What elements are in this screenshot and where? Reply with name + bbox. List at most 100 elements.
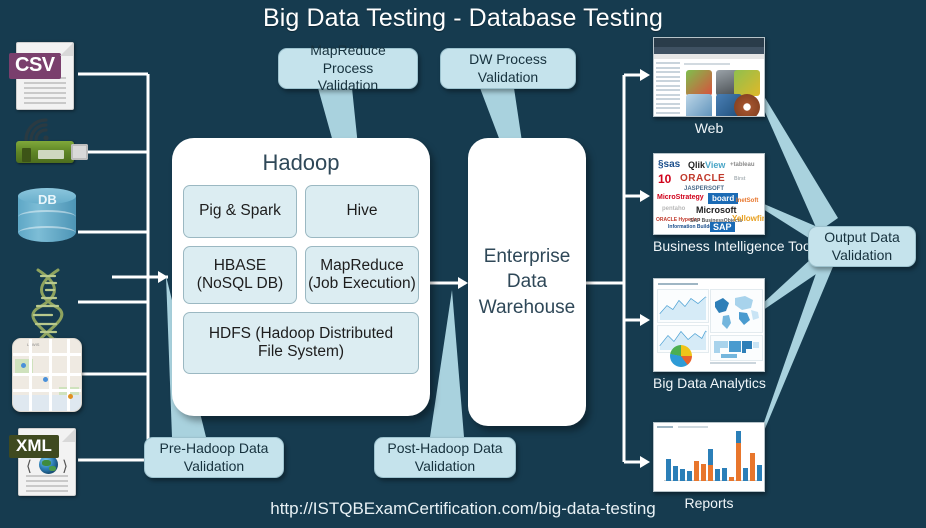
callout-post-line-1: Post-Hadoop Data bbox=[387, 440, 503, 456]
hadoop-hive[interactable]: Hive bbox=[305, 185, 419, 238]
xml-bracket-left: ⟨ bbox=[26, 459, 32, 475]
callout-pre-text: Pre-Hadoop Data Validation bbox=[160, 440, 269, 475]
web-product-6 bbox=[734, 94, 760, 116]
output-big-data-analytics[interactable]: Big Data Analytics bbox=[653, 278, 766, 391]
reports-tab-text bbox=[678, 426, 708, 428]
hadoop-pig-spark[interactable]: Pig & Spark bbox=[183, 185, 297, 238]
bi-logo-tableau: +tableau bbox=[730, 162, 755, 168]
analytics-card-world-map bbox=[710, 289, 763, 333]
map-road-v3 bbox=[67, 339, 70, 411]
callout-mapreduce-line-1: MapReduce Process bbox=[310, 42, 386, 76]
reports-bar-13 bbox=[750, 453, 755, 481]
edw-label-line-2: Data bbox=[506, 271, 548, 293]
edw-label-line-3: Warehouse bbox=[478, 296, 576, 318]
sensor-chip-2 bbox=[38, 150, 64, 159]
reports-bar-6 bbox=[701, 464, 706, 481]
output-business-intelligence-tools[interactable]: §sas QlikView +tableau 10 ORACLE Birst J… bbox=[653, 153, 821, 254]
output-web[interactable]: Web bbox=[653, 37, 765, 136]
callout-dw-process-validation[interactable]: DW Process Validation bbox=[440, 48, 576, 89]
callout-output-data-validation[interactable]: Output Data Validation bbox=[808, 226, 916, 267]
source-csv-file: CSV bbox=[9, 42, 74, 110]
analytics-pie-chart bbox=[670, 345, 692, 367]
hadoop-hive-label: Hive bbox=[346, 202, 378, 220]
diagram-canvas: Big Data Testing - Database Testing CSV … bbox=[0, 0, 926, 528]
xml-label: XML bbox=[9, 435, 59, 458]
bi-logo-microstrategy: MicroStrategy bbox=[657, 194, 704, 201]
csv-doc-lines bbox=[24, 77, 66, 107]
web-product-4 bbox=[686, 94, 712, 116]
output-bi-caption: Business Intelligence Tools bbox=[653, 238, 821, 254]
web-subnav bbox=[654, 54, 764, 59]
reports-bar-10 bbox=[729, 477, 734, 481]
bi-logos-collage: §sas QlikView +tableau 10 ORACLE Birst J… bbox=[653, 153, 765, 235]
hadoop-mapreduce-label-2: (Job Execution) bbox=[308, 275, 416, 292]
hadoop-panel[interactable]: Hadoop Pig & Spark Hive HBASE (NoSQL DB)… bbox=[172, 138, 430, 416]
reports-bar-12 bbox=[743, 468, 748, 481]
footer-url[interactable]: http://ISTQBExamCertification.com/big-da… bbox=[0, 499, 926, 519]
callout-mapreduce-text: MapReduce Process Validation bbox=[287, 42, 409, 95]
usb-connector-icon bbox=[71, 144, 88, 160]
bi-logo-pentaho: pentaho bbox=[662, 206, 686, 212]
map-road-v1 bbox=[29, 339, 32, 411]
hadoop-row-1: Pig & Spark Hive bbox=[183, 185, 419, 238]
xml-bracket-right: ⟩ bbox=[62, 459, 68, 475]
bi-logo-ten: 10 bbox=[658, 172, 672, 186]
hadoop-hdfs-label-1: HDFS (Hadoop Distributed bbox=[208, 324, 394, 342]
reports-bar-2 bbox=[673, 466, 678, 481]
reports-bar-3 bbox=[680, 469, 685, 481]
hadoop-hdfs-label-2: File System) bbox=[257, 343, 345, 360]
reports-bar-4 bbox=[687, 471, 692, 481]
source-dna bbox=[26, 268, 72, 349]
callout-post-line-2: Validation bbox=[414, 457, 476, 474]
hadoop-mapreduce[interactable]: MapReduce (Job Execution) bbox=[305, 246, 419, 304]
map-thumbnail-icon: LEWIS bbox=[12, 338, 82, 412]
world-map-chart bbox=[715, 296, 759, 329]
analytics-card-us-map bbox=[710, 335, 763, 361]
enterprise-data-warehouse-panel[interactable]: Enterprise Data Warehouse bbox=[468, 138, 586, 426]
hadoop-hbase-label-2: (NoSQL DB) bbox=[196, 275, 284, 292]
callout-pre-hadoop-data-validation[interactable]: Pre-Hadoop Data Validation bbox=[144, 437, 284, 478]
hadoop-mapreduce-label-1: MapReduce bbox=[320, 256, 404, 274]
reports-bar-1 bbox=[666, 459, 671, 481]
hadoop-hdfs[interactable]: HDFS (Hadoop Distributed File System) bbox=[183, 312, 419, 374]
reports-bar-14 bbox=[757, 465, 762, 481]
hadoop-row-2: HBASE (NoSQL DB) MapReduce (Job Executio… bbox=[183, 246, 419, 304]
web-screenshot bbox=[653, 37, 765, 117]
source-map: LEWIS bbox=[12, 338, 82, 412]
map-road-v2 bbox=[49, 339, 52, 411]
source-sensor-device bbox=[16, 118, 90, 164]
map-pin-2 bbox=[43, 377, 48, 382]
callout-post-text: Post-Hadoop Data Validation bbox=[387, 440, 502, 475]
map-pin-1 bbox=[21, 363, 26, 368]
output-web-caption: Web bbox=[694, 120, 724, 136]
bi-logo-microsoft: Microsoft bbox=[696, 205, 737, 215]
web-product-1 bbox=[686, 70, 712, 96]
map-road-h2 bbox=[13, 373, 81, 376]
dna-helix-icon bbox=[31, 268, 64, 344]
hadoop-title: Hadoop bbox=[262, 150, 340, 175]
hadoop-hbase[interactable]: HBASE (NoSQL DB) bbox=[183, 246, 297, 304]
bi-logo-qlikview: QlikView bbox=[688, 160, 726, 170]
analytics-sparkline-1 bbox=[659, 296, 707, 320]
output-reports[interactable]: Reports bbox=[653, 422, 765, 511]
callout-mapreduce-line-2: Validation bbox=[317, 77, 379, 94]
edw-label-line-1: Enterprise bbox=[483, 246, 571, 268]
output-analytics-caption: Big Data Analytics bbox=[653, 375, 766, 391]
sensor-chip bbox=[22, 148, 31, 162]
reports-chart-screenshot bbox=[653, 422, 765, 492]
page-title: Big Data Testing - Database Testing bbox=[262, 4, 664, 32]
csv-document-icon: CSV bbox=[9, 42, 74, 110]
reports-bar-9 bbox=[722, 468, 727, 481]
reports-bar-7b bbox=[708, 465, 713, 481]
callout-dw-text: DW Process Validation bbox=[469, 51, 547, 86]
source-database: DB bbox=[18, 188, 76, 250]
callout-output-line-1: Output Data bbox=[824, 229, 900, 245]
db-ring-2 bbox=[18, 226, 76, 240]
hadoop-pig-spark-label: Pig & Spark bbox=[199, 202, 281, 220]
csv-label: CSV bbox=[9, 53, 61, 79]
callout-output-text: Output Data Validation bbox=[824, 229, 900, 264]
callout-mapreduce-process-validation[interactable]: MapReduce Process Validation bbox=[278, 42, 418, 93]
web-product-3 bbox=[734, 70, 760, 96]
callout-post-hadoop-data-validation[interactable]: Post-Hadoop Data Validation bbox=[374, 437, 516, 478]
reports-bar-11b bbox=[736, 443, 741, 481]
